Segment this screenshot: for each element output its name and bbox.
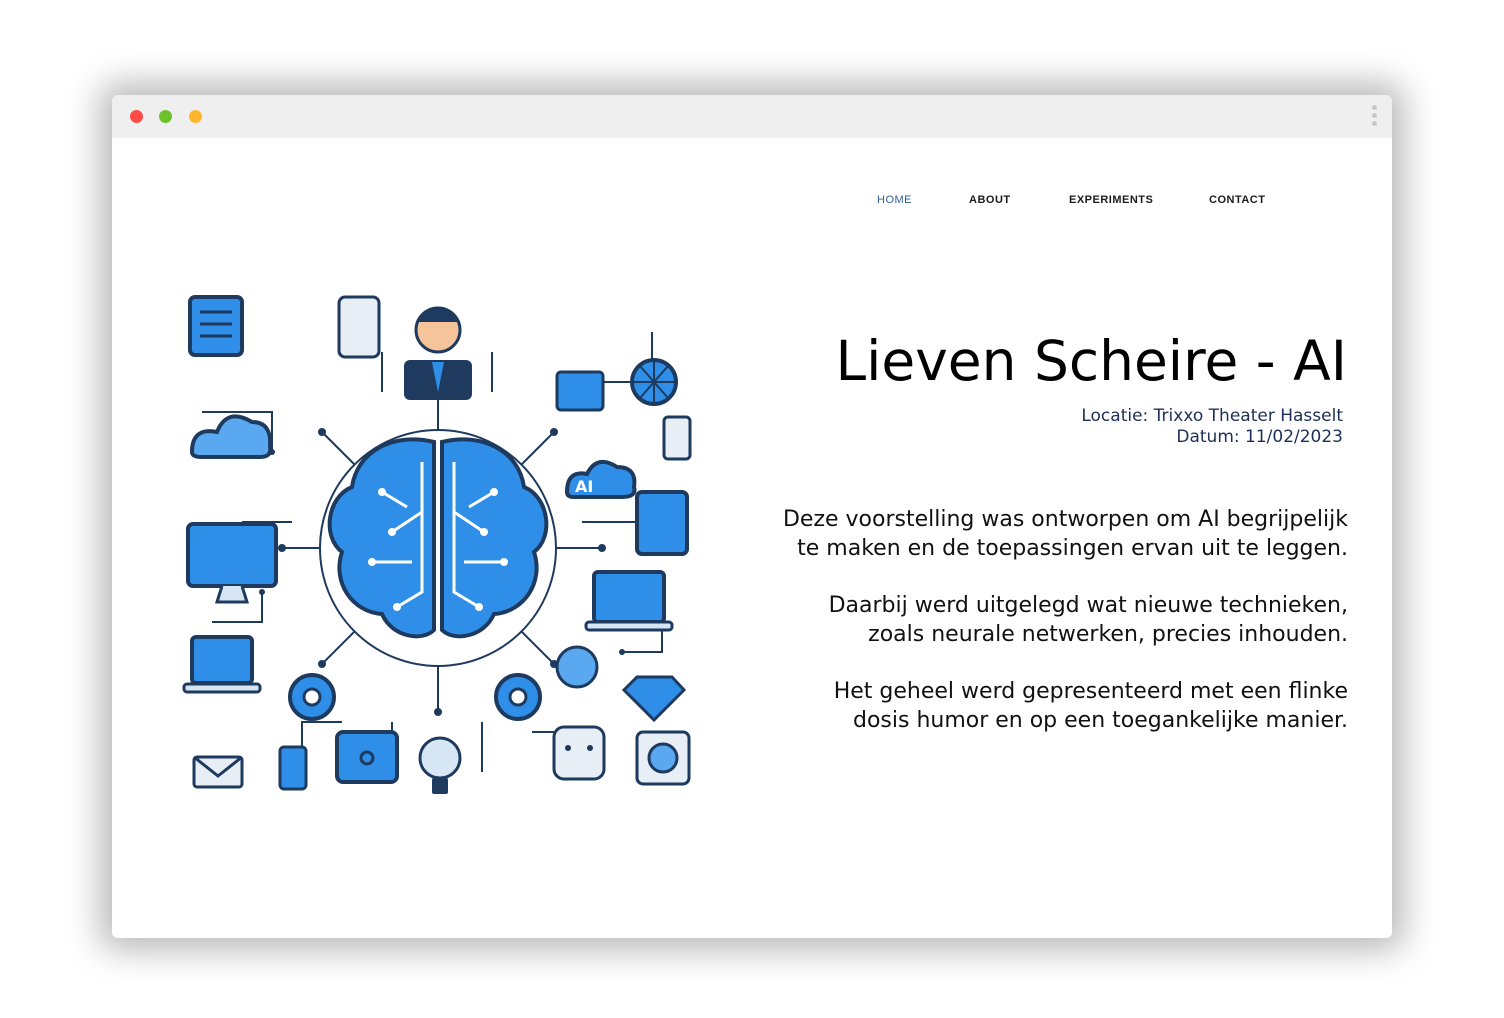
description: Deze voorstelling was ontworpen om AI be…: [708, 505, 1348, 763]
event-location: Locatie: Trixxo Theater Hasselt: [1081, 406, 1343, 426]
ai-cloud-icon: AI: [564, 459, 637, 499]
page-title: Lieven Scheire - AI: [835, 329, 1347, 393]
maximize-window-button[interactable]: [189, 110, 202, 123]
description-paragraph: Daarbij werd uitgelegd wat nieuwe techni…: [828, 593, 1348, 647]
person-icon: [404, 306, 472, 400]
laptop-icon: [584, 570, 674, 632]
tablet-icon: [635, 490, 689, 556]
minimize-window-button[interactable]: [159, 110, 172, 123]
brain-icon: [327, 437, 549, 639]
nav-home[interactable]: HOME: [877, 194, 912, 206]
cloud-icon: [189, 414, 273, 459]
ai-illustration: AI: [182, 295, 692, 794]
gear-icon: [288, 673, 542, 721]
event-date: Datum: 11/02/2023: [1176, 427, 1343, 447]
diamond-icon: [621, 675, 687, 723]
document-icon: [188, 295, 244, 357]
briefcase-icon: [335, 730, 399, 784]
svg-text:AI: AI: [575, 477, 593, 496]
robot-icon: [552, 725, 606, 781]
nav-experiments[interactable]: EXPERIMENTS: [1069, 194, 1153, 206]
globe-icon: [630, 358, 678, 406]
description-paragraph: Het geheel werd gepresenteerd met een fl…: [833, 679, 1348, 733]
nav-about[interactable]: ABOUT: [969, 194, 1011, 206]
description-paragraph: Deze voorstelling was ontworpen om AI be…: [782, 507, 1348, 561]
lightbulb-icon: [418, 736, 462, 794]
close-window-button[interactable]: [130, 110, 143, 123]
window-titlebar: [112, 95, 1392, 138]
nav-contact[interactable]: CONTACT: [1209, 194, 1265, 206]
laptop-icon: [182, 635, 262, 694]
browser-window: HOME ABOUT EXPERIMENTS CONTACT AI Lieven…: [112, 95, 1392, 938]
event-meta: Locatie: Trixxo Theater Hasselt Datum: 1…: [1081, 406, 1343, 448]
envelope-icon: [192, 755, 244, 789]
more-options-icon[interactable]: [1372, 105, 1378, 129]
